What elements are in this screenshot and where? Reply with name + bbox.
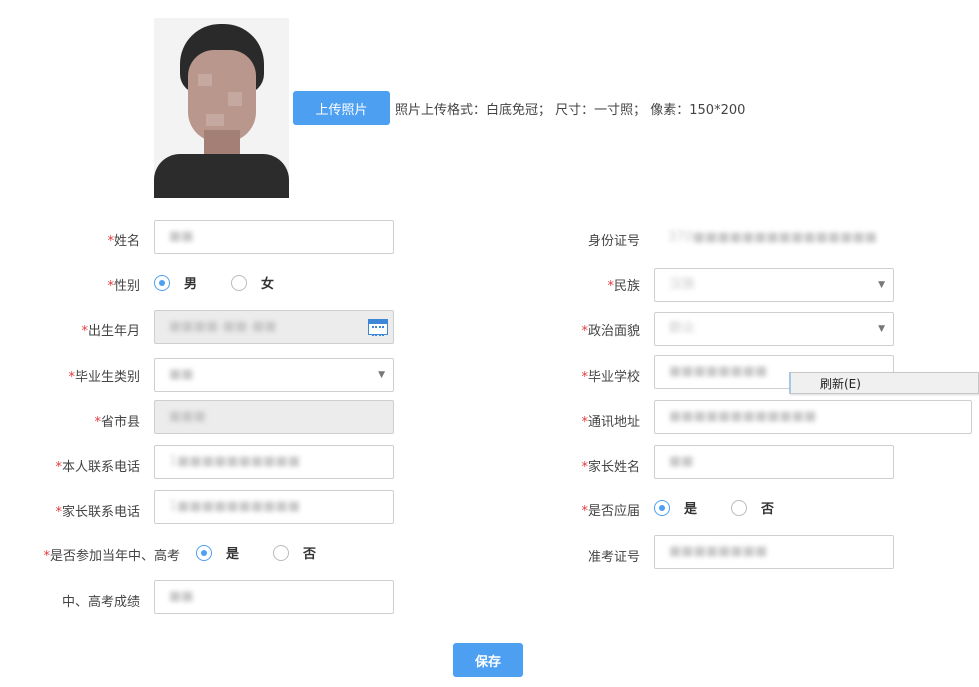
name-label: *姓名 bbox=[107, 234, 140, 249]
photo-pixel bbox=[228, 92, 242, 106]
gender-radio-group: 男 女 bbox=[154, 273, 274, 292]
took-exam-no-radio[interactable] bbox=[273, 544, 290, 561]
address-label: *通讯地址 bbox=[581, 415, 640, 430]
save-button[interactable]: 保存 bbox=[453, 643, 523, 677]
photo-pixel bbox=[198, 74, 212, 86]
calendar-icon[interactable] bbox=[368, 319, 388, 336]
phone-label: *本人联系电话 bbox=[55, 460, 140, 475]
photo-face bbox=[188, 50, 256, 142]
gender-male-label: 男 bbox=[184, 277, 198, 292]
took-exam-yes-label: 是 bbox=[226, 547, 240, 562]
exam-number-label: 准考证号 bbox=[587, 550, 640, 565]
ethnicity-select[interactable]: 汉族 ▼ bbox=[654, 268, 894, 302]
graduate-type-select[interactable]: ■■ ▼ bbox=[154, 358, 394, 392]
is-current-yes-label: 是 bbox=[684, 502, 698, 517]
context-menu-refresh[interactable]: 刷新(E) bbox=[820, 375, 861, 392]
exam-score-input[interactable]: ■■ bbox=[154, 580, 394, 614]
parent-phone-label: *家长联系电话 bbox=[55, 505, 140, 520]
school-label: *毕业学校 bbox=[581, 370, 640, 385]
is-current-label: *是否应届 bbox=[581, 504, 640, 519]
exam-score-label: 中、高考成绩 bbox=[61, 595, 140, 610]
chevron-down-icon: ▼ bbox=[878, 280, 885, 290]
parent-name-input[interactable]: ■■ bbox=[654, 445, 894, 479]
province-city-county-label: *省市县 bbox=[94, 415, 140, 430]
gender-female-label: 女 bbox=[261, 277, 275, 292]
id-number-value: 370■■■■■■■■■■■■■■■ bbox=[668, 230, 878, 245]
took-exam-no-label: 否 bbox=[303, 547, 317, 562]
parent-name-label: *家长姓名 bbox=[581, 460, 640, 475]
parent-phone-input[interactable]: 1■■■■■■■■■■ bbox=[154, 490, 394, 524]
political-status-label: *政治面貌 bbox=[581, 324, 640, 339]
political-status-select[interactable]: 群众 ▼ bbox=[654, 312, 894, 346]
user-photo bbox=[154, 18, 289, 198]
upload-hint: 照片上传格式：白底免冠； 尺寸：一寸照； 像素：150*200 bbox=[395, 103, 746, 118]
took-exam-label: *是否参加当年中、高考 bbox=[43, 549, 180, 564]
exam-number-input[interactable]: ■■■■■■■■ bbox=[654, 535, 894, 569]
address-input[interactable]: ■■■■■■■■■■■■ bbox=[654, 400, 972, 434]
photo-shirt bbox=[154, 154, 289, 198]
photo-pixel bbox=[206, 114, 224, 126]
phone-input[interactable]: 1■■■■■■■■■■ bbox=[154, 445, 394, 479]
chevron-down-icon: ▼ bbox=[878, 324, 885, 334]
context-menu: 刷新(E) bbox=[789, 372, 979, 394]
upload-photo-button[interactable]: 上传照片 bbox=[293, 91, 390, 125]
is-current-radio-group: 是 否 bbox=[654, 498, 774, 517]
gender-male-radio[interactable] bbox=[154, 274, 170, 291]
is-current-no-radio[interactable] bbox=[731, 499, 748, 516]
ethnicity-label: *民族 bbox=[607, 279, 640, 294]
gender-female-radio[interactable] bbox=[231, 274, 248, 291]
is-current-no-label: 否 bbox=[761, 502, 775, 517]
id-number-label: 身份证号 bbox=[587, 234, 640, 249]
birth-date-label: *出生年月 bbox=[81, 324, 140, 339]
chevron-down-icon: ▼ bbox=[378, 370, 385, 380]
is-current-yes-radio[interactable] bbox=[654, 499, 670, 516]
gender-label: *性别 bbox=[107, 279, 140, 294]
took-exam-radio-group: 是 否 bbox=[196, 543, 316, 562]
birth-date-input[interactable]: ■■■■-■■-■■ bbox=[154, 310, 394, 344]
name-input[interactable]: ■■ bbox=[154, 220, 394, 254]
province-city-county-input[interactable]: ■■■ bbox=[154, 400, 394, 434]
took-exam-yes-radio[interactable] bbox=[196, 544, 212, 561]
graduate-type-label: *毕业生类别 bbox=[68, 370, 140, 385]
